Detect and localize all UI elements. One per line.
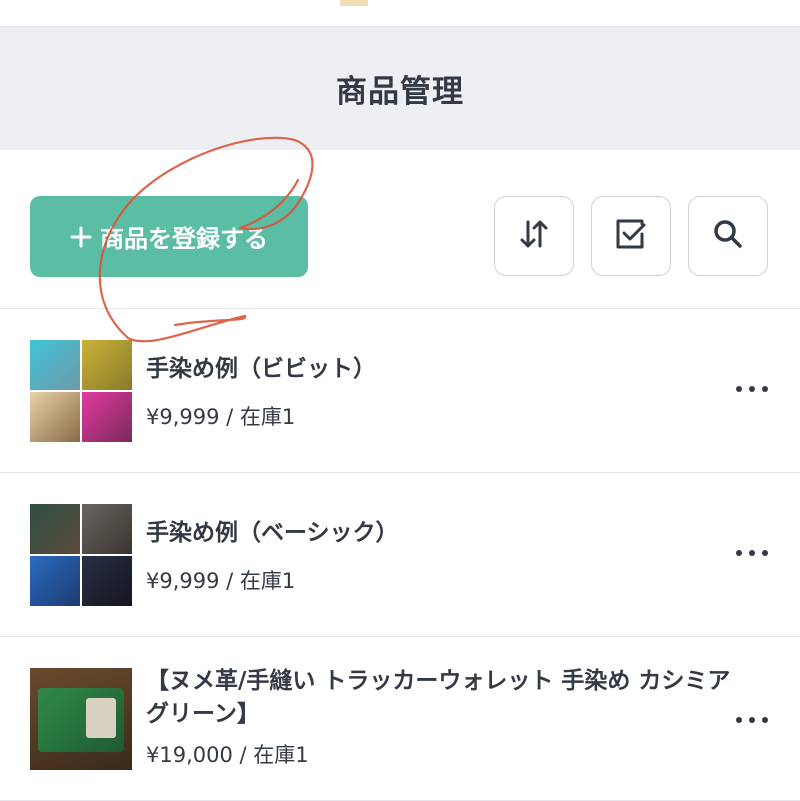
sort-button[interactable] [494, 196, 574, 276]
page-title: 商品管理 [336, 74, 464, 110]
product-stock: 在庫1 [239, 569, 296, 593]
product-price-stock: ¥9,999 / 在庫1 [146, 405, 296, 429]
top-bar [0, 0, 800, 27]
search-icon [710, 216, 746, 256]
product-name: 手染め例（ビビット） [146, 356, 376, 382]
page-header: 商品管理 [0, 27, 800, 150]
product-price: ¥19,000 [146, 743, 233, 767]
product-price-stock: ¥9,999 / 在庫1 [146, 569, 296, 593]
product-name: 手染め例（ベーシック） [146, 520, 399, 546]
product-name: 【ヌメ革/手縫い トラッカーウォレット 手染め カシミアグリーン】 [146, 668, 731, 727]
more-options-icon[interactable] [736, 715, 768, 725]
logo-fragment [340, 0, 368, 6]
plus-icon [70, 226, 92, 248]
more-options-icon[interactable] [736, 384, 768, 394]
product-stock: 在庫1 [239, 405, 296, 429]
more-options-icon[interactable] [736, 548, 768, 558]
product-row[interactable]: 手染め例（ベーシック） ¥9,999 / 在庫1 [0, 473, 800, 637]
select-mode-button[interactable] [591, 196, 671, 276]
product-row[interactable]: 【ヌメ革/手縫い トラッカーウォレット 手染め カシミアグリーン】 ¥19,00… [0, 637, 800, 801]
checkbox-icon [613, 216, 649, 256]
product-thumbnail [30, 504, 132, 606]
product-stock: 在庫1 [253, 743, 309, 767]
product-thumbnail [30, 340, 132, 442]
product-row[interactable]: 手染め例（ビビット） ¥9,999 / 在庫1 [0, 309, 800, 473]
add-product-label: 商品を登録する [100, 225, 268, 253]
product-price: ¥9,999 [146, 405, 220, 429]
product-list: 手染め例（ビビット） ¥9,999 / 在庫1 手染め例（ベーシック） ¥9,9… [0, 309, 800, 801]
product-thumbnail [30, 668, 132, 770]
product-price: ¥9,999 [146, 569, 220, 593]
sort-arrows-icon [516, 216, 552, 256]
product-price-stock: ¥19,000 / 在庫1 [146, 743, 309, 767]
add-product-button[interactable]: 商品を登録する [30, 196, 308, 277]
search-button[interactable] [688, 196, 768, 276]
